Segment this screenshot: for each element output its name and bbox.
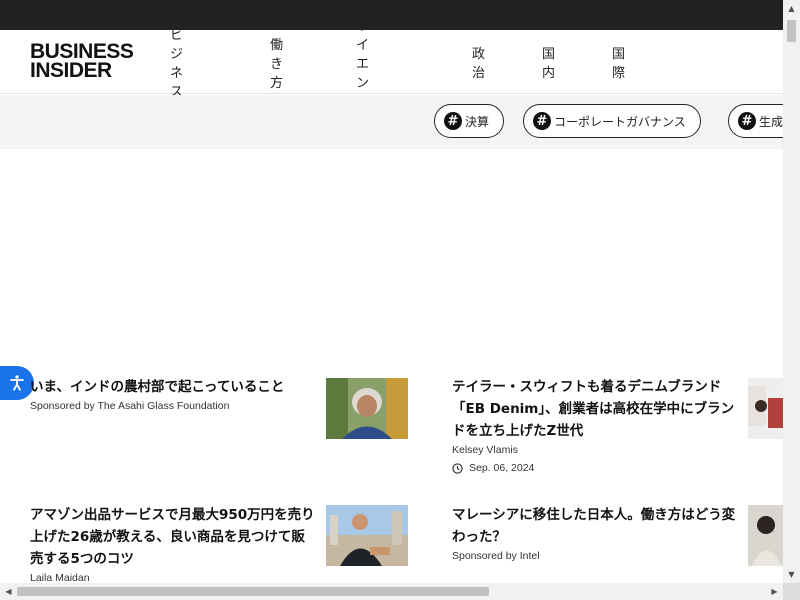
nav-domestic[interactable]: 国内	[542, 43, 558, 81]
tag-label: コーポレートガバナンス	[554, 114, 686, 129]
article-sponsor: Sponsored by The Asahi Glass Foundation	[30, 400, 230, 412]
article-card[interactable]: アマゾン出品サービスで月最大950万円を売り上げた26歳が教える、良い商品を見つ…	[30, 504, 315, 584]
tag-generative[interactable]: # 生成	[728, 104, 783, 138]
article-thumbnail[interactable]	[748, 505, 783, 566]
vertical-scroll-thumb[interactable]	[787, 20, 796, 42]
article-title: テイラー・スウィフトも着るデニムブランド「EB Denim」、創業者は高校在学中…	[452, 379, 735, 439]
vertical-scrollbar[interactable]: ▲ ▼	[783, 0, 800, 583]
article-thumbnail[interactable]	[748, 378, 783, 439]
top-black-bar	[0, 0, 800, 30]
article-thumbnail[interactable]	[326, 505, 408, 566]
business-insider-logo[interactable]: BUSINESS INSIDER	[30, 41, 140, 82]
accessibility-icon	[10, 375, 24, 391]
horizontal-scroll-thumb[interactable]	[17, 587, 489, 596]
article-thumbnail[interactable]	[326, 378, 408, 439]
hashtag-icon: #	[444, 112, 462, 130]
scroll-right-arrow-icon[interactable]: ▶	[766, 583, 783, 600]
clock-icon	[452, 462, 463, 474]
nav-workstyle[interactable]: 働き方	[270, 34, 286, 91]
tag-corporate-governance[interactable]: # コーポレートガバナンス	[523, 104, 701, 138]
nav-business[interactable]: ビジネス	[170, 24, 186, 100]
article-date-text: Sep. 06, 2024	[469, 462, 535, 474]
site-header: BUSINESS INSIDER ビジネス 働き方 サイエンス 政治 国内 国際	[0, 19, 783, 110]
ad-placeholder	[0, 150, 783, 360]
tag-label: 決算	[465, 114, 490, 129]
topic-tag-bar: # 決算 # コーポレートガバナンス # 生成	[0, 95, 783, 149]
article-date: Sep. 06, 2024	[452, 462, 737, 474]
article-title: いま、インドの農村部で起こっていること	[30, 379, 285, 395]
article-card[interactable]: いま、インドの農村部で起こっていること Sponsored by The Asa…	[30, 376, 315, 412]
article-author: Kelsey Vlamis	[452, 444, 518, 456]
article-card[interactable]: テイラー・スウィフトも着るデニムブランド「EB Denim」、創業者は高校在学中…	[452, 376, 737, 474]
tag-label: 生成	[759, 114, 783, 129]
hashtag-icon: #	[738, 112, 756, 130]
logo-line-2: INSIDER	[30, 59, 112, 82]
article-title: マレーシアに移住した日本人。働き方はどう変わった？	[452, 507, 736, 545]
tag-earnings[interactable]: # 決算	[434, 104, 505, 138]
accessibility-button[interactable]	[0, 366, 34, 400]
horizontal-scrollbar[interactable]: ◀ ▶	[0, 583, 783, 600]
scrollbar-corner	[783, 583, 800, 600]
nav-politics[interactable]: 政治	[472, 43, 488, 81]
scroll-up-arrow-icon[interactable]: ▲	[783, 0, 800, 17]
article-card[interactable]: マレーシアに移住した日本人。働き方はどう変わった？ Sponsored by I…	[452, 504, 737, 562]
scroll-down-arrow-icon[interactable]: ▼	[783, 566, 800, 583]
scroll-left-arrow-icon[interactable]: ◀	[0, 583, 17, 600]
article-title: アマゾン出品サービスで月最大950万円を売り上げた26歳が教える、良い商品を見つ…	[30, 507, 315, 567]
article-sponsor: Sponsored by Intel	[452, 550, 540, 562]
nav-international[interactable]: 国際	[612, 43, 628, 81]
hashtag-icon: #	[533, 112, 551, 130]
